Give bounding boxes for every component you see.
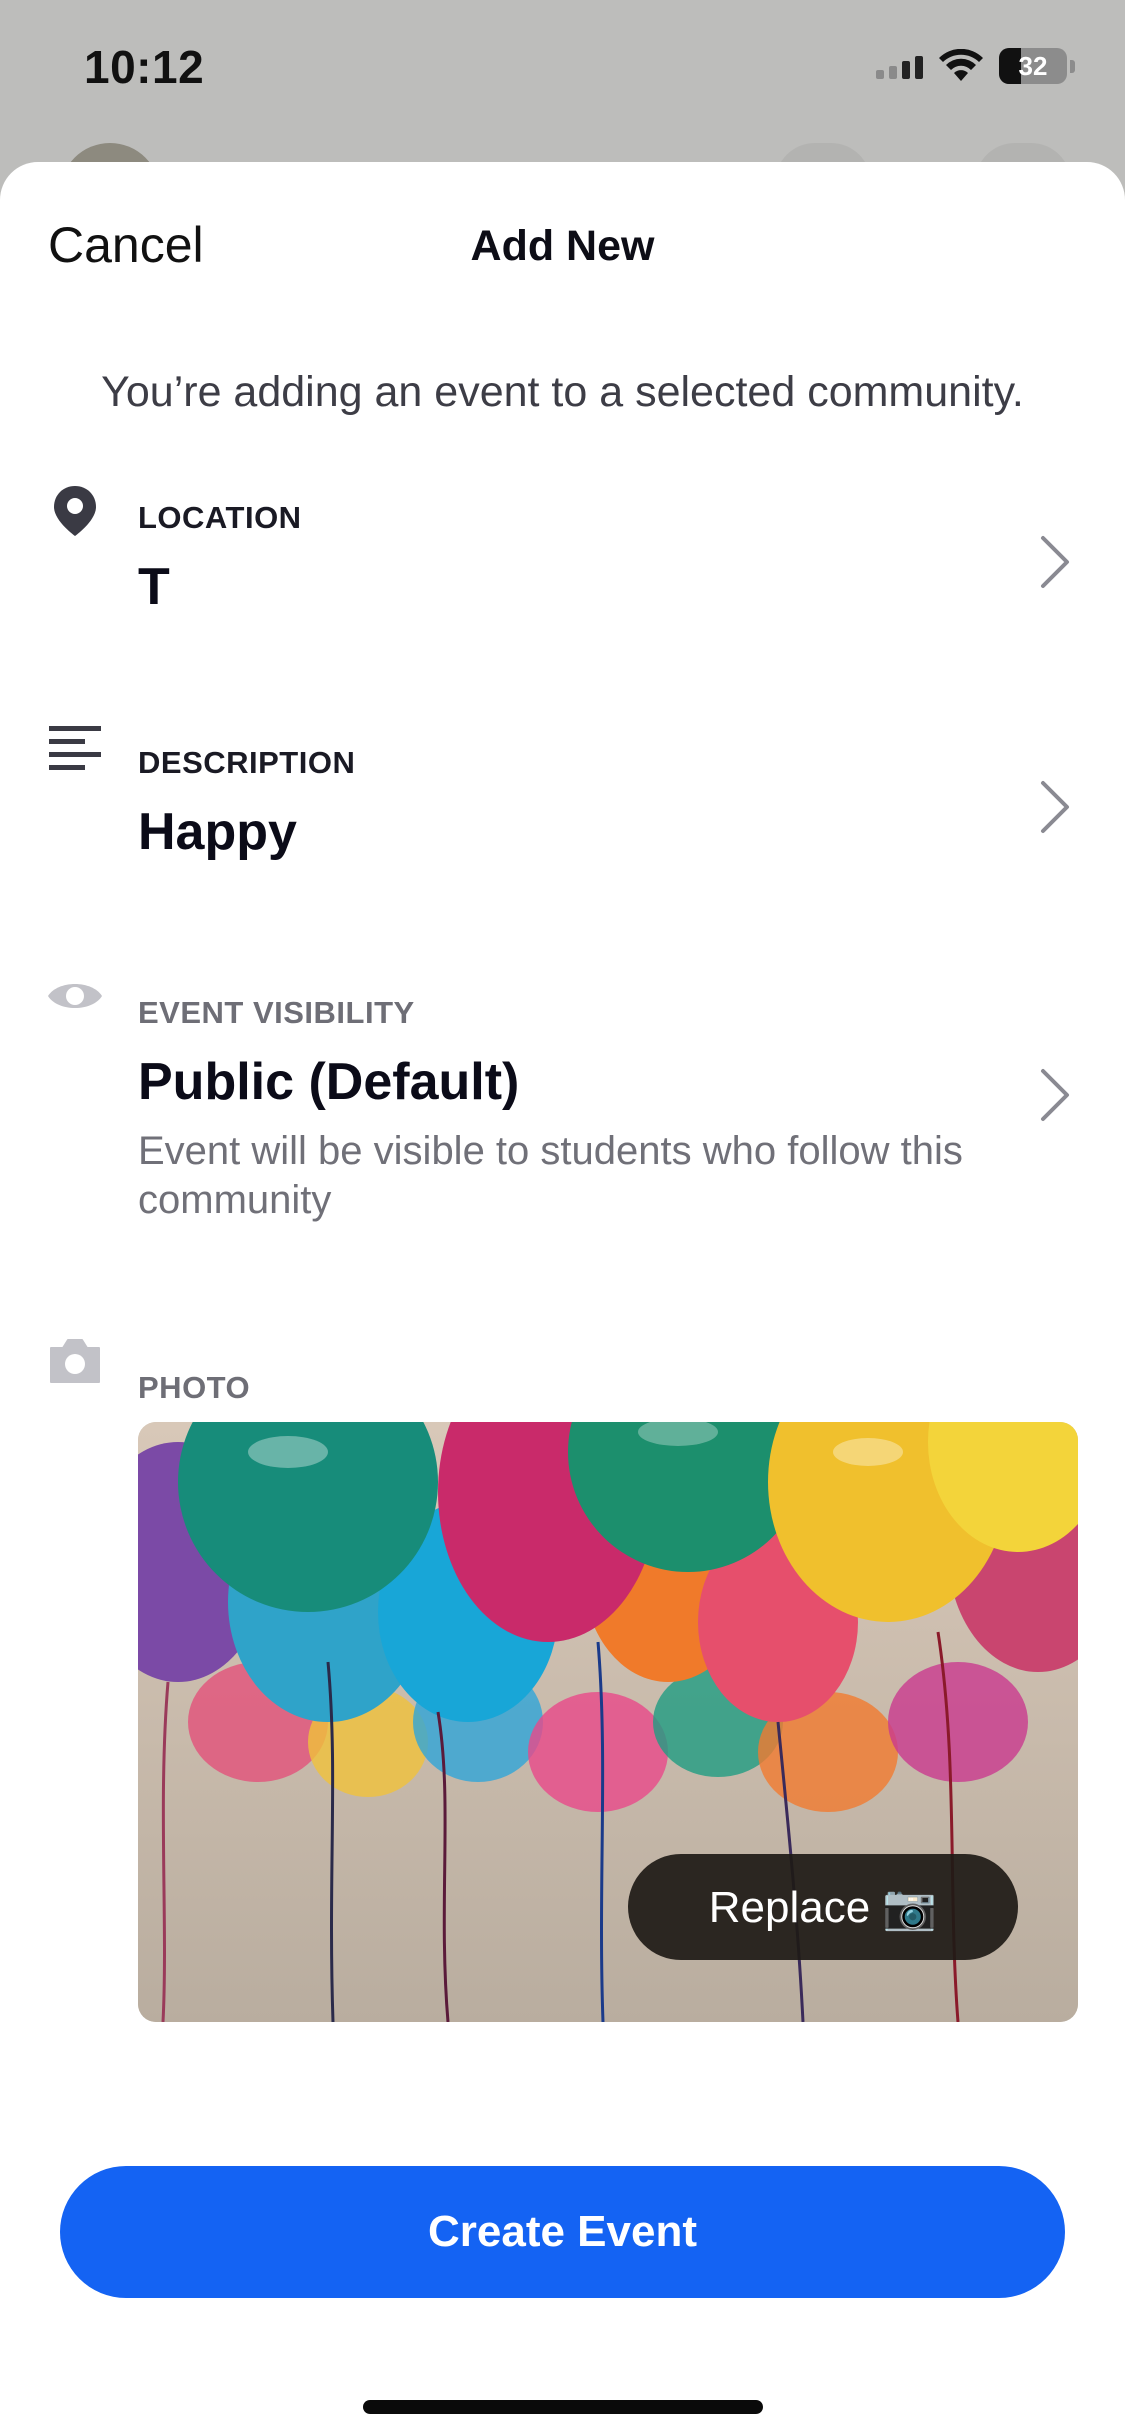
create-event-button[interactable]: Create Event <box>60 2166 1065 2298</box>
battery-icon: 32 <box>999 48 1067 84</box>
battery-level: 32 <box>1018 50 1048 81</box>
home-indicator <box>363 2400 763 2414</box>
description-value: Happy <box>138 803 297 861</box>
photo-row: PHOTO <box>0 1332 1125 1412</box>
intro-text: You’re adding an event to a selected com… <box>101 368 1024 416</box>
chevron-right-icon <box>1041 781 1069 833</box>
visibility-label: EVENT VISIBILITY <box>138 995 415 1030</box>
wifi-icon <box>939 49 983 81</box>
eye-icon <box>46 967 104 1025</box>
replace-photo-button[interactable]: Replace 📷 <box>628 1854 1018 1960</box>
visibility-row[interactable]: EVENT VISIBILITY Public (Default) Event … <box>0 957 1125 1227</box>
location-row[interactable]: LOCATION T <box>0 462 1125 632</box>
cellular-signal-icon <box>876 53 923 79</box>
status-time: 10:12 <box>84 41 205 93</box>
add-new-sheet: Cancel Add New You’re adding an event to… <box>0 162 1125 2436</box>
event-photo: Replace 📷 <box>138 1422 1078 2022</box>
photo-label: PHOTO <box>138 1370 251 1405</box>
description-label: DESCRIPTION <box>138 745 356 780</box>
description-row[interactable]: DESCRIPTION Happy <box>0 707 1125 877</box>
location-value: T <box>138 558 170 616</box>
location-label: LOCATION <box>138 500 302 535</box>
camera-icon <box>46 1332 104 1390</box>
status-icons: 32 <box>876 48 1075 84</box>
location-pin-icon <box>46 482 104 540</box>
visibility-value: Public (Default) <box>138 1053 520 1111</box>
chevron-right-icon <box>1041 1069 1069 1121</box>
text-lines-icon <box>46 719 104 777</box>
visibility-description: Event will be visible to students who fo… <box>138 1129 963 1222</box>
chevron-right-icon <box>1041 536 1069 588</box>
sheet-title: Add New <box>470 222 655 270</box>
status-bar: 10:12 32 <box>0 0 1125 140</box>
